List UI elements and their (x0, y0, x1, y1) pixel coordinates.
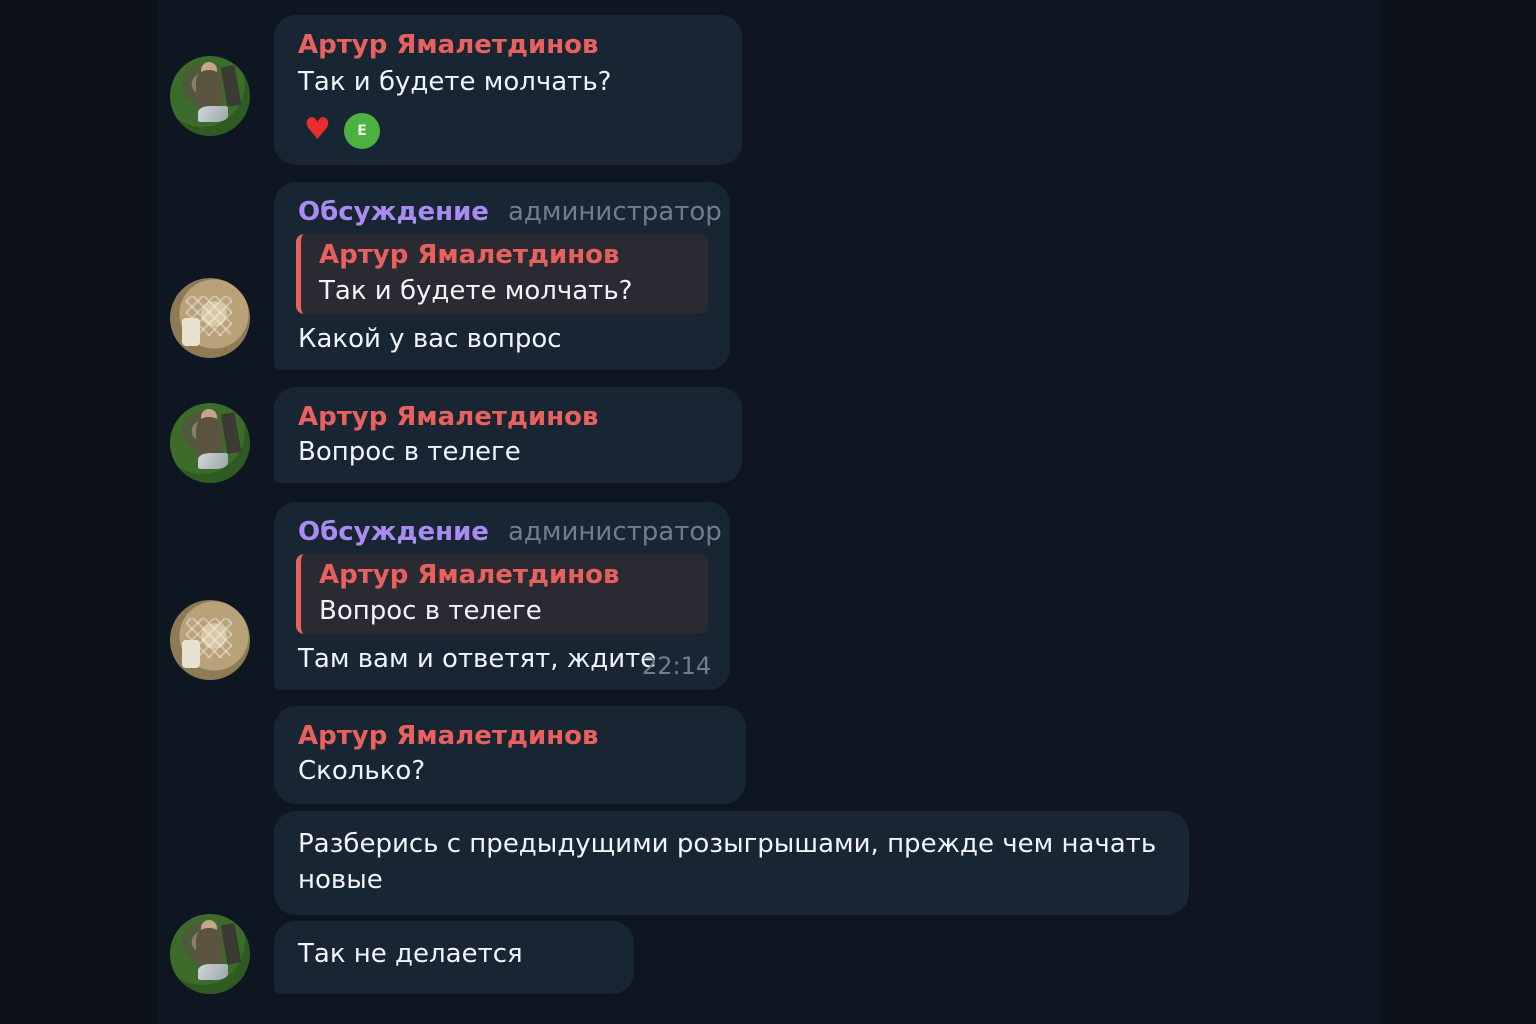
message-text: Сколько? (298, 756, 426, 786)
message-bubble[interactable]: Так не делается (274, 921, 634, 994)
role-label: администратор (508, 197, 722, 227)
reply-text: Так и будете молчать? (319, 276, 633, 306)
message-author[interactable]: Артур Ямалетдинов (298, 721, 598, 751)
message-author[interactable]: Артур Ямалетдинов (298, 30, 598, 60)
message-text: Вопрос в телеге (298, 437, 521, 467)
avatar-discussion[interactable] (170, 600, 250, 680)
right-backdrop (1380, 0, 1536, 1024)
role-label: администратор (508, 517, 722, 547)
message-author[interactable]: Артур Ямалетдинов (298, 402, 598, 432)
message-author[interactable]: Обсуждение (298, 197, 489, 227)
message-text: Так не делается (298, 939, 523, 969)
message-bubble[interactable]: Обсуждение администратор Артур Ямалетдин… (274, 502, 730, 690)
reaction-avatar-badge[interactable]: E (344, 113, 380, 149)
avatar-artur[interactable] (170, 914, 250, 994)
message-text: Так и будете молчать? (298, 67, 612, 97)
message-bubble[interactable]: Обсуждение администратор Артур Ямалетдин… (274, 182, 730, 370)
message-text-line: Разберись с предыдущими розыгрышами, пре… (298, 829, 1157, 859)
message-text: Там вам и ответят, ждите (298, 644, 657, 674)
message-bubble[interactable]: Артур Ямалетдинов Так и будете молчать? … (274, 15, 742, 165)
message-text: Какой у вас вопрос (298, 324, 562, 354)
heart-reaction-icon[interactable]: ♥ (304, 115, 331, 145)
reply-author: Артур Ямалетдинов (319, 560, 620, 590)
chat-area[interactable]: Артур Ямалетдинов Так и будете молчать? … (157, 0, 1380, 1024)
message-bubble[interactable]: Артур Ямалетдинов Сколько? (274, 706, 746, 804)
avatar-artur[interactable] (170, 56, 250, 136)
message-bubble[interactable]: Артур Ямалетдинов Вопрос в телеге (274, 387, 742, 483)
message-text-line: новые (298, 865, 383, 895)
avatar-artur[interactable] (170, 403, 250, 483)
message-time: 22:14 (642, 652, 712, 680)
reply-author: Артур Ямалетдинов (319, 240, 620, 270)
left-backdrop (0, 0, 157, 1024)
reply-quote[interactable]: Артур Ямалетдинов Так и будете молчать? (296, 234, 708, 314)
avatar-discussion[interactable] (170, 278, 250, 358)
message-bubble[interactable]: Разберись с предыдущими розыгрышами, пре… (274, 811, 1189, 915)
reply-text: Вопрос в телеге (319, 596, 542, 626)
reply-quote[interactable]: Артур Ямалетдинов Вопрос в телеге (296, 554, 708, 634)
message-author[interactable]: Обсуждение (298, 517, 489, 547)
